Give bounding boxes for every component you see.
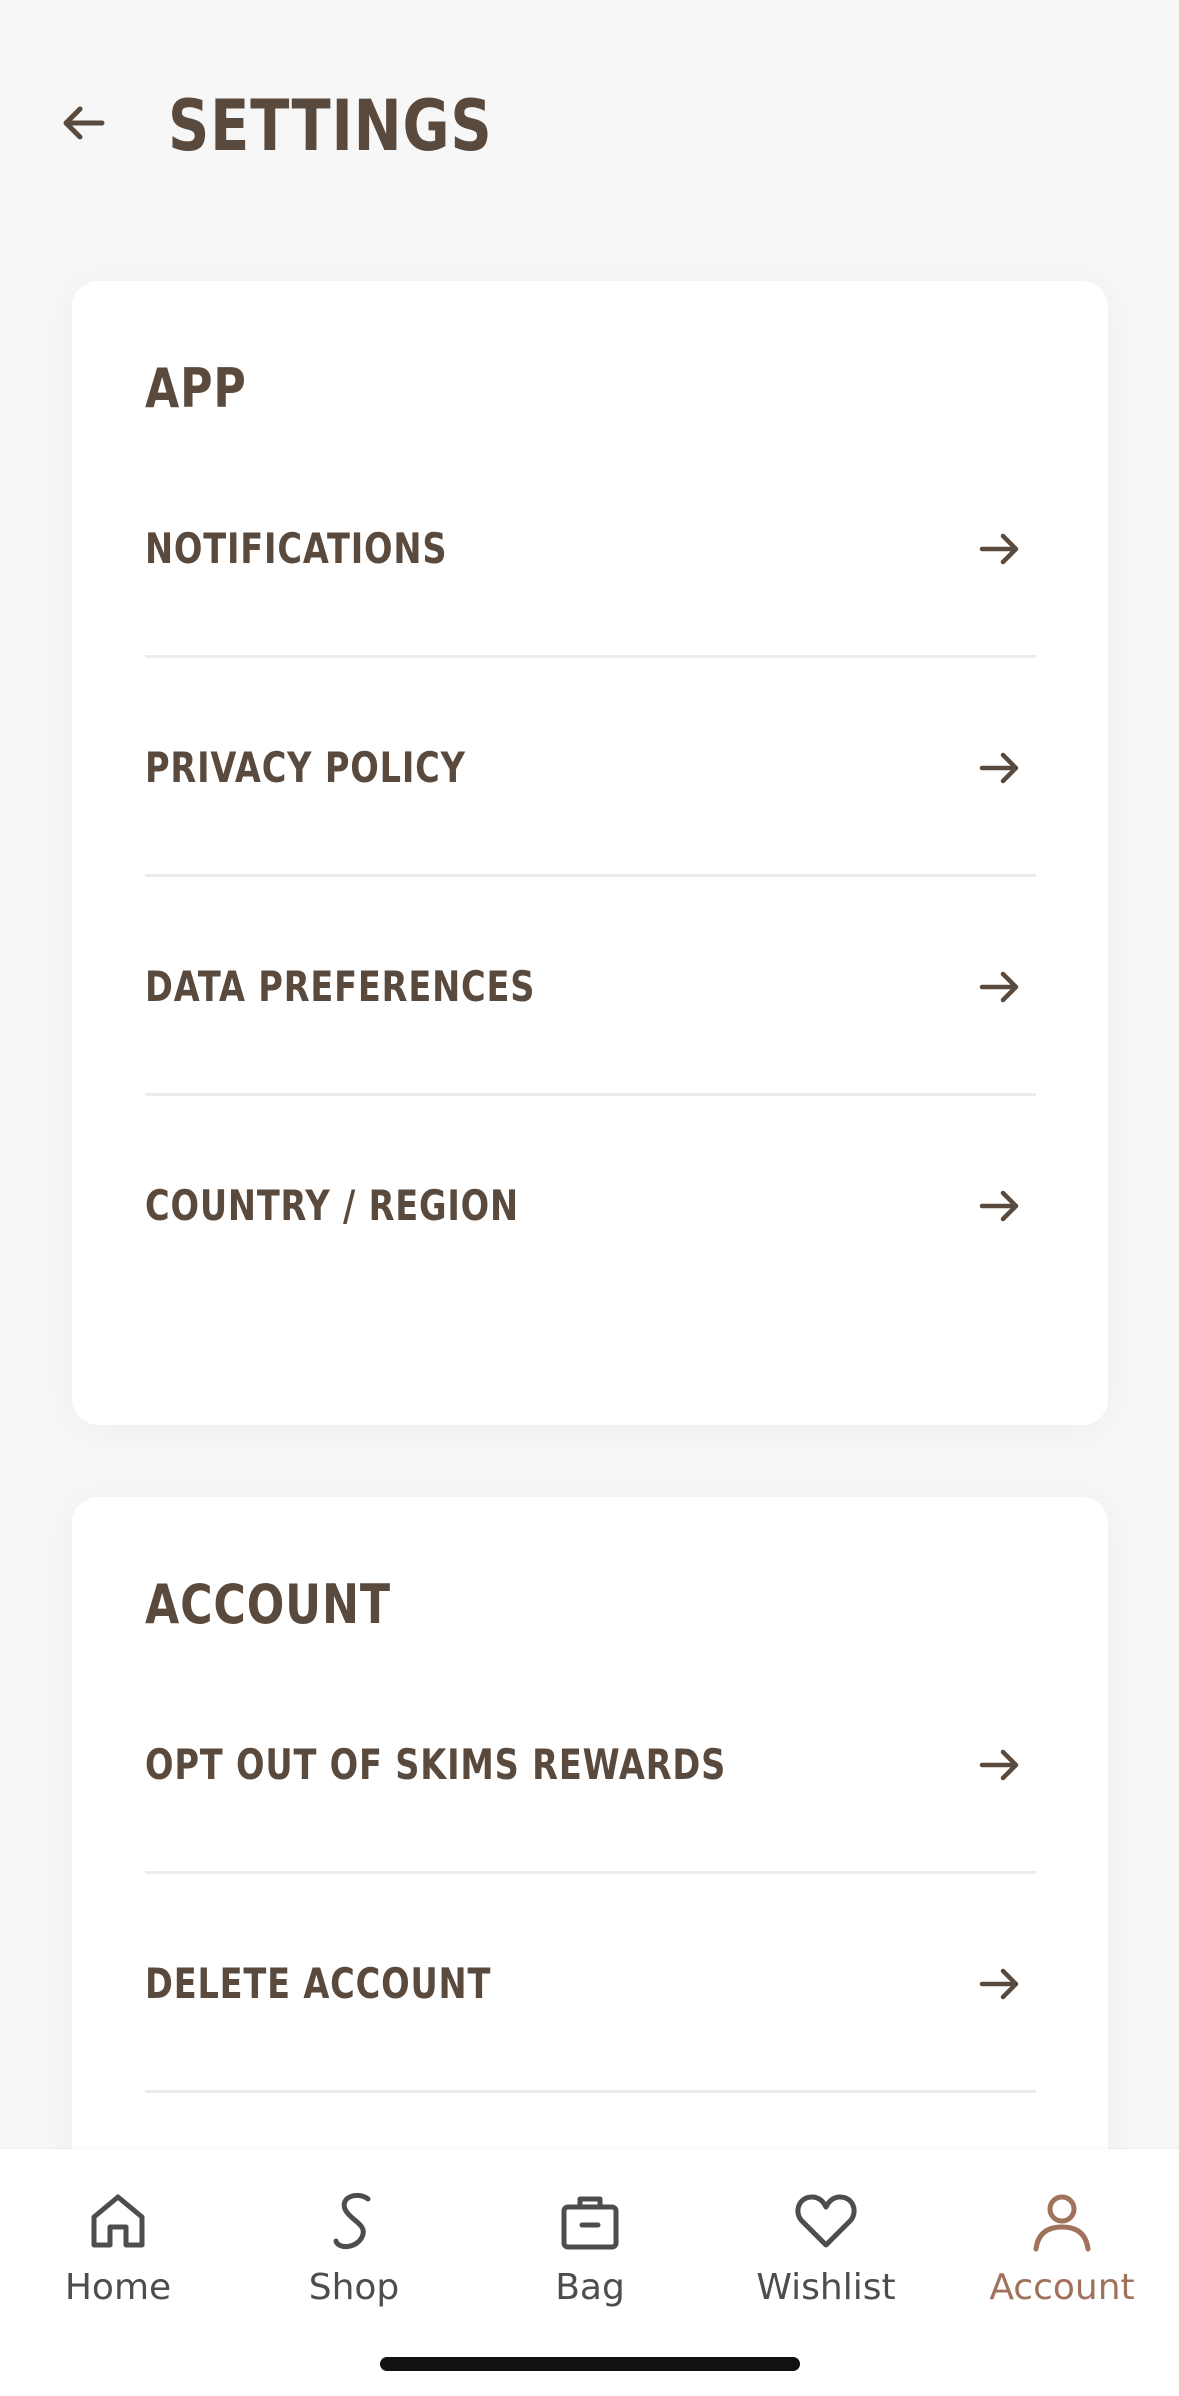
- section-title-app: APP: [145, 357, 247, 420]
- tab-wishlist[interactable]: Wishlist: [726, 2185, 926, 2325]
- page-title: SETTINGS: [168, 85, 493, 167]
- row-label: PRIVACY POLICY: [145, 742, 466, 792]
- tab-label: Home: [64, 2267, 172, 2308]
- country-region-row[interactable]: COUNTRY / REGION: [145, 1096, 1036, 1315]
- arrow-left-icon: [63, 106, 105, 140]
- back-button[interactable]: [50, 90, 116, 156]
- bag-icon: [561, 2196, 619, 2250]
- tab-bag[interactable]: Bag: [490, 2185, 690, 2325]
- section-title-account: ACCOUNT: [145, 1573, 391, 1636]
- opt-out-rewards-row[interactable]: OPT OUT OF SKIMS REWARDS: [145, 1655, 1036, 1874]
- home-indicator: [380, 2357, 800, 2371]
- arrow-right-icon: [979, 971, 1019, 1002]
- settings-screen: SETTINGS APP NOTIFICATIONS PRIVACY POLIC…: [0, 0, 1179, 2396]
- tab-shop[interactable]: Shop: [254, 2185, 454, 2325]
- tab-label: Wishlist: [756, 2267, 896, 2308]
- user-icon: [1033, 2194, 1091, 2252]
- divider: [145, 2090, 1036, 2093]
- app-settings-card: APP NOTIFICATIONS PRIVACY POLICY DATA PR…: [72, 281, 1108, 1425]
- notifications-row[interactable]: NOTIFICATIONS: [145, 439, 1036, 658]
- row-label: OPT OUT OF SKIMS REWARDS: [145, 1739, 727, 1789]
- tab-label: Shop: [308, 2267, 400, 2308]
- row-label: DELETE ACCOUNT: [145, 1958, 492, 2008]
- row-label: COUNTRY / REGION: [145, 1180, 519, 1230]
- tab-home[interactable]: Home: [18, 2185, 218, 2325]
- row-label: NOTIFICATIONS: [145, 523, 448, 573]
- heart-icon: [795, 2194, 857, 2248]
- row-label: DATA PREFERENCES: [145, 961, 536, 1011]
- arrow-right-icon: [979, 752, 1019, 783]
- tab-account[interactable]: Account: [962, 2185, 1162, 2325]
- privacy-policy-row[interactable]: PRIVACY POLICY: [145, 658, 1036, 877]
- shop-icon: [333, 2193, 371, 2249]
- tab-label: Bag: [555, 2267, 625, 2308]
- arrow-right-icon: [979, 1968, 1019, 1999]
- home-icon: [91, 2194, 145, 2248]
- arrow-right-icon: [979, 1749, 1019, 1780]
- tab-label: Account: [989, 2267, 1135, 2308]
- bottom-tab-bar: Home Shop Bag Wishlist Account: [0, 2149, 1179, 2396]
- arrow-right-icon: [979, 533, 1019, 564]
- delete-account-row[interactable]: DELETE ACCOUNT: [145, 1874, 1036, 2093]
- arrow-right-icon: [979, 1190, 1019, 1221]
- data-preferences-row[interactable]: DATA PREFERENCES: [145, 877, 1036, 1096]
- header: SETTINGS: [0, 0, 1179, 250]
